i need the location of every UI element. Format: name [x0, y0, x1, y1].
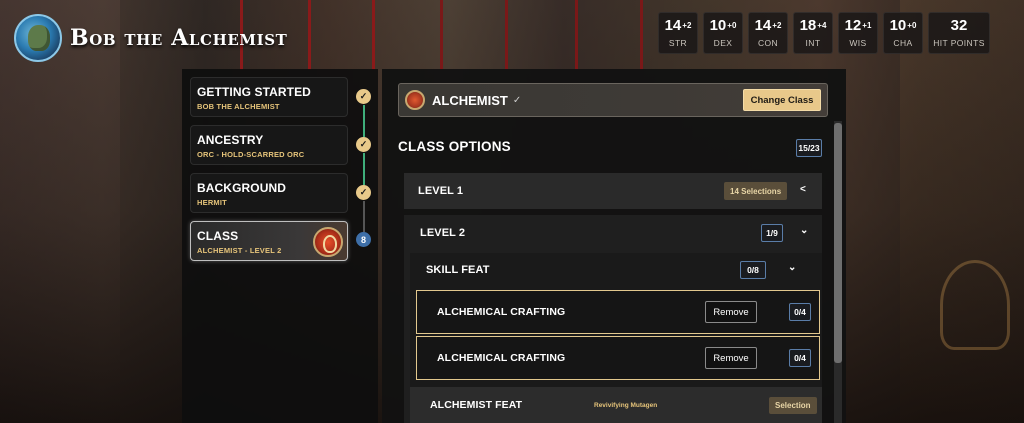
level-2-count: 1/9 — [761, 224, 783, 242]
skill-feat-header[interactable]: SKILL FEAT 0/8 ⌄ — [410, 253, 822, 287]
progress-connector — [363, 105, 365, 137]
skill-feat-count: 0/8 — [740, 261, 766, 279]
stat-mod: +2 — [772, 21, 782, 30]
chevron-left-icon[interactable]: < — [800, 184, 806, 195]
step-subtitle: ORC - HOLD-SCARRED ORC — [197, 150, 305, 159]
stat-value: 10 — [889, 17, 907, 34]
stat-str[interactable]: 14+2 STR — [658, 12, 698, 54]
stat-value: 12 — [844, 17, 862, 34]
alchemist-feat-label: ALCHEMIST FEAT — [430, 399, 523, 411]
feat-count: 0/4 — [789, 349, 811, 367]
progress-connector — [363, 153, 365, 185]
class-options-count: 15/23 — [796, 139, 822, 157]
stat-con[interactable]: 14+2 CON — [748, 12, 788, 54]
character-avatar[interactable] — [14, 14, 62, 62]
step-ancestry[interactable]: ANCESTRY ORC - HOLD-SCARRED ORC — [190, 125, 348, 165]
builder-steps-nav: GETTING STARTED BOB THE ALCHEMIST ✓ ANCE… — [182, 69, 378, 423]
stat-hit-points[interactable]: 32 HIT POINTS — [928, 12, 990, 54]
stat-mod: +0 — [727, 21, 737, 30]
stat-label: STR — [668, 38, 688, 48]
selection-badge[interactable]: Selection — [769, 397, 817, 414]
selected-class-bar: ALCHEMIST ✓ Change Class — [398, 83, 828, 117]
ability-scores: 14+2 STR 10+0 DEX 14+2 CON 18+4 INT 12+1… — [658, 12, 990, 54]
step-subtitle: BOB THE ALCHEMIST — [197, 102, 280, 111]
alchemist-class-icon — [405, 90, 425, 110]
stat-label: DEX — [713, 38, 733, 48]
check-icon: ✓ — [356, 137, 371, 152]
step-subtitle: HERMIT — [197, 198, 227, 207]
stat-dex[interactable]: 10+0 DEX — [703, 12, 743, 54]
stat-cha[interactable]: 10+0 CHA — [883, 12, 923, 54]
chevron-down-icon[interactable]: ⌄ — [788, 262, 796, 273]
stat-mod: +2 — [682, 21, 692, 30]
skill-feat-label: SKILL FEAT — [426, 264, 490, 276]
remove-button[interactable]: Remove — [705, 347, 757, 369]
step-title: BACKGROUND — [197, 181, 286, 195]
stat-label: CON — [757, 38, 779, 48]
stat-value: 18 — [799, 17, 817, 34]
level-label: LEVEL 2 — [420, 227, 466, 239]
scrollbar-thumb[interactable] — [834, 123, 842, 363]
check-icon: ✓ — [512, 94, 522, 106]
stat-mod: +4 — [817, 21, 827, 30]
stat-label: INT — [805, 38, 821, 48]
stat-label: WIS — [849, 38, 867, 48]
change-class-button[interactable]: Change Class — [743, 89, 821, 111]
level-2-header[interactable]: LEVEL 2 1/9 ⌄ — [404, 215, 822, 251]
stat-value: 14 — [754, 17, 772, 34]
scrollbar[interactable] — [834, 121, 842, 423]
feat-name: ALCHEMICAL CRAFTING — [437, 306, 566, 318]
level-label: LEVEL 1 — [418, 185, 464, 197]
alchemist-feat-header[interactable]: ALCHEMIST FEAT Revivifying Mutagen Selec… — [410, 387, 822, 423]
stat-int[interactable]: 18+4 INT — [793, 12, 833, 54]
step-class[interactable]: CLASS ALCHEMIST - LEVEL 2 — [190, 221, 348, 261]
selected-class-name: ALCHEMIST — [432, 92, 508, 108]
stat-label: CHA — [893, 38, 913, 48]
remove-button[interactable]: Remove — [705, 301, 757, 323]
progress-connector — [363, 201, 365, 232]
stat-wis[interactable]: 12+1 WIS — [838, 12, 878, 54]
selections-badge: 14 Selections — [724, 182, 788, 200]
step-background[interactable]: BACKGROUND HERMIT — [190, 173, 348, 213]
step-getting-started[interactable]: GETTING STARTED BOB THE ALCHEMIST — [190, 77, 348, 117]
chevron-down-icon[interactable]: ⌄ — [800, 225, 808, 236]
stat-value: 10 — [709, 17, 727, 34]
stat-mod: +1 — [862, 21, 872, 30]
check-icon: ✓ — [356, 89, 371, 104]
feat-name: ALCHEMICAL CRAFTING — [437, 352, 566, 364]
feat-note: Revivifying Mutagen — [594, 402, 658, 409]
class-options-title: CLASS OPTIONS — [398, 139, 511, 154]
check-icon: ✓ — [356, 185, 371, 200]
feat-card[interactable]: ALCHEMICAL CRAFTING Remove 0/4 — [416, 290, 820, 334]
feat-count: 0/4 — [789, 303, 811, 321]
stat-value: 14 — [664, 17, 682, 34]
step-title: ANCESTRY — [197, 133, 264, 147]
character-header: Bob the Alchemist — [14, 14, 287, 62]
character-name: Bob the Alchemist — [70, 25, 288, 51]
feat-card[interactable]: ALCHEMICAL CRAFTING Remove 0/4 — [416, 336, 820, 380]
step-title: GETTING STARTED — [197, 85, 311, 99]
alchemist-class-icon — [313, 227, 343, 257]
remaining-choices-badge: 8 — [356, 232, 371, 247]
level-1-header[interactable]: LEVEL 1 14 Selections < — [404, 173, 822, 209]
hit-points-value: 32 — [950, 17, 968, 34]
stat-mod: +0 — [907, 21, 917, 30]
class-panel: ALCHEMIST ✓ Change Class CLASS OPTIONS 1… — [382, 69, 846, 423]
hit-points-label: HIT POINTS — [933, 38, 985, 48]
